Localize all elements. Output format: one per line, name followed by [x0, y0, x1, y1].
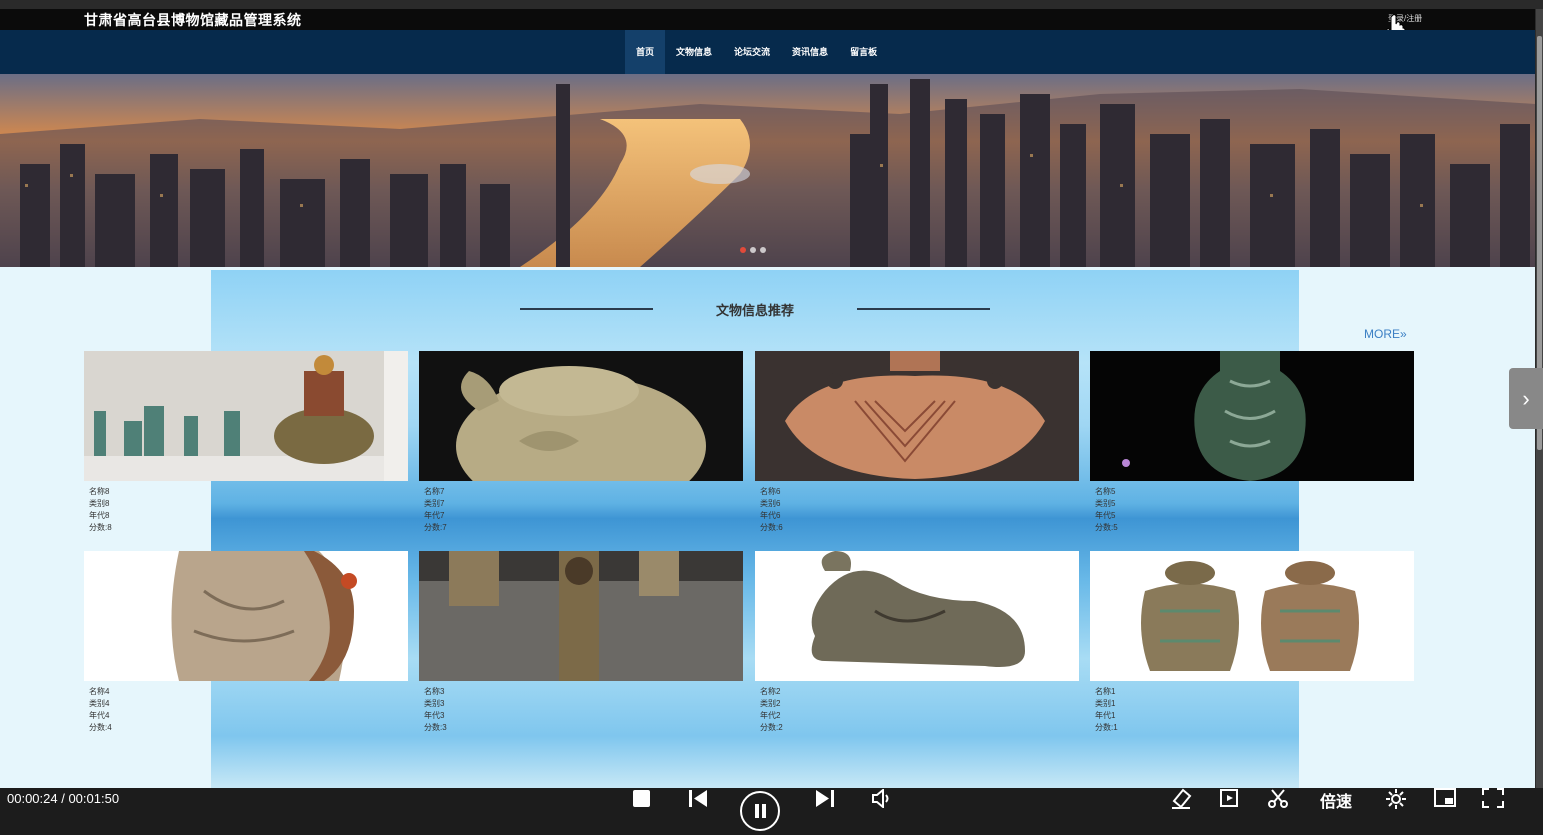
next-page-button[interactable]: ›: [1509, 368, 1543, 429]
browser-viewport: 甘肃省高台县博物馆藏品管理系统 登录/注册 首页 文物信息 论坛交流 资讯信息 …: [0, 0, 1535, 788]
video-player-controls: 00:00:24 / 00:01:50 倍速: [0, 788, 1543, 835]
relic-score: 分数:7: [424, 523, 447, 532]
relic-score: 分数:2: [760, 723, 783, 732]
nav-item-relics[interactable]: 文物信息: [665, 30, 723, 74]
relic-category: 类别1: [1095, 699, 1116, 708]
relic-meta: 名称3 类别3 年代3 分数:3: [419, 681, 743, 734]
relic-score: 分数:6: [760, 523, 783, 532]
relic-card[interactable]: 名称4 类别4 年代4 分数:4: [84, 551, 408, 734]
relic-meta: 名称6 类别6 年代6 分数:6: [755, 481, 1079, 534]
volume-icon[interactable]: [871, 789, 891, 808]
next-icon[interactable]: [815, 789, 835, 808]
relic-image: [1090, 551, 1414, 681]
relic-era: 年代3: [424, 711, 445, 720]
nav-item-news[interactable]: 资讯信息: [781, 30, 839, 74]
relic-era: 年代5: [1095, 511, 1116, 520]
relic-meta: 名称2 类别2 年代2 分数:2: [755, 681, 1079, 734]
screenshot-icon[interactable]: [1219, 788, 1241, 809]
main-nav-bar: 首页 文物信息 论坛交流 资讯信息 留言板: [0, 30, 1535, 74]
relic-name: 名称5: [1095, 487, 1116, 496]
relic-meta: 名称4 类别4 年代4 分数:4: [84, 681, 408, 734]
carousel-dot[interactable]: [760, 247, 766, 253]
city-skyline-image: [0, 74, 1535, 267]
scissors-icon[interactable]: [1267, 788, 1289, 809]
relic-score: 分数:5: [1095, 523, 1118, 532]
site-title: 甘肃省高台县博物馆藏品管理系统: [84, 12, 302, 28]
relic-image: [419, 351, 743, 481]
relic-era: 年代7: [424, 511, 445, 520]
stop-icon[interactable]: [632, 789, 651, 808]
relic-image: [1090, 351, 1414, 481]
relic-image: [755, 551, 1079, 681]
relic-card[interactable]: 名称3 类别3 年代3 分数:3: [419, 551, 743, 734]
carousel-indicators: [740, 247, 766, 253]
relic-score: 分数:3: [424, 723, 447, 732]
relic-score: 分数:8: [89, 523, 112, 532]
relic-era: 年代1: [1095, 711, 1116, 720]
relic-image: [755, 351, 1079, 481]
relic-name: 名称8: [89, 487, 110, 496]
relic-image: [419, 551, 743, 681]
relic-category: 类别5: [1095, 499, 1116, 508]
relic-era: 年代2: [760, 711, 781, 720]
relic-score: 分数:1: [1095, 723, 1118, 732]
relic-meta: 名称5 类别5 年代5 分数:5: [1090, 481, 1414, 534]
relic-category: 类别7: [424, 499, 445, 508]
relic-category: 类别6: [760, 499, 781, 508]
title-bar: 甘肃省高台县博物馆藏品管理系统 登录/注册: [0, 9, 1535, 39]
relic-meta: 名称7 类别7 年代7 分数:7: [419, 481, 743, 534]
nav-item-home[interactable]: 首页: [625, 30, 666, 74]
relic-meta: 名称1 类别1 年代1 分数:1: [1090, 681, 1414, 734]
relic-category: 类别4: [89, 699, 110, 708]
relic-card[interactable]: 名称5 类别5 年代5 分数:5: [1090, 351, 1414, 534]
nav-item-forum[interactable]: 论坛交流: [723, 30, 781, 74]
relic-name: 名称2: [760, 687, 781, 696]
relic-card[interactable]: 名称1 类别1 年代1 分数:1: [1090, 551, 1414, 734]
nav-item-messages[interactable]: 留言板: [839, 30, 888, 74]
relic-card[interactable]: 名称8 类别8 年代8 分数:8: [84, 351, 408, 534]
title-divider-left: [520, 308, 653, 310]
relic-card[interactable]: 名称6 类别6 年代6 分数:6: [755, 351, 1079, 534]
relic-card[interactable]: 名称7 类别7 年代7 分数:7: [419, 351, 743, 534]
banner-carousel[interactable]: [0, 74, 1535, 267]
relic-category: 类别2: [760, 699, 781, 708]
relic-name: 名称6: [760, 487, 781, 496]
relic-category: 类别3: [424, 699, 445, 708]
title-divider-right: [857, 308, 990, 310]
previous-icon[interactable]: [688, 789, 708, 808]
relic-image: [84, 551, 408, 681]
relic-era: 年代6: [760, 511, 781, 520]
section-title: 文物信息推荐: [715, 303, 794, 318]
relic-name: 名称1: [1095, 687, 1116, 696]
fullscreen-icon[interactable]: [1482, 788, 1504, 808]
playback-time: 00:00:24 / 00:01:50: [7, 791, 120, 806]
relic-name: 名称4: [89, 687, 110, 696]
relic-name: 名称3: [424, 687, 445, 696]
carousel-dot[interactable]: [740, 247, 746, 253]
picture-in-picture-icon[interactable]: [1434, 788, 1456, 808]
pause-button[interactable]: [740, 791, 780, 831]
relic-score: 分数:4: [89, 723, 112, 732]
relic-meta: 名称8 类别8 年代8 分数:8: [84, 481, 408, 534]
window-top-strip: [0, 0, 1543, 9]
chevron-right-icon: ›: [1522, 386, 1530, 411]
settings-gear-icon[interactable]: [1385, 788, 1407, 810]
playback-speed-button[interactable]: 倍速: [1320, 788, 1352, 812]
relic-era: 年代4: [89, 711, 110, 720]
relic-name: 名称7: [424, 487, 445, 496]
relic-card[interactable]: 名称2 类别2 年代2 分数:2: [755, 551, 1079, 734]
more-link[interactable]: MORE»: [1364, 327, 1407, 341]
relic-era: 年代8: [89, 511, 110, 520]
relic-image: [84, 351, 408, 481]
carousel-dot[interactable]: [750, 247, 756, 253]
nav-menu: 首页 文物信息 论坛交流 资讯信息 留言板: [625, 30, 888, 74]
eraser-icon[interactable]: [1170, 788, 1192, 809]
relic-category: 类别8: [89, 499, 110, 508]
